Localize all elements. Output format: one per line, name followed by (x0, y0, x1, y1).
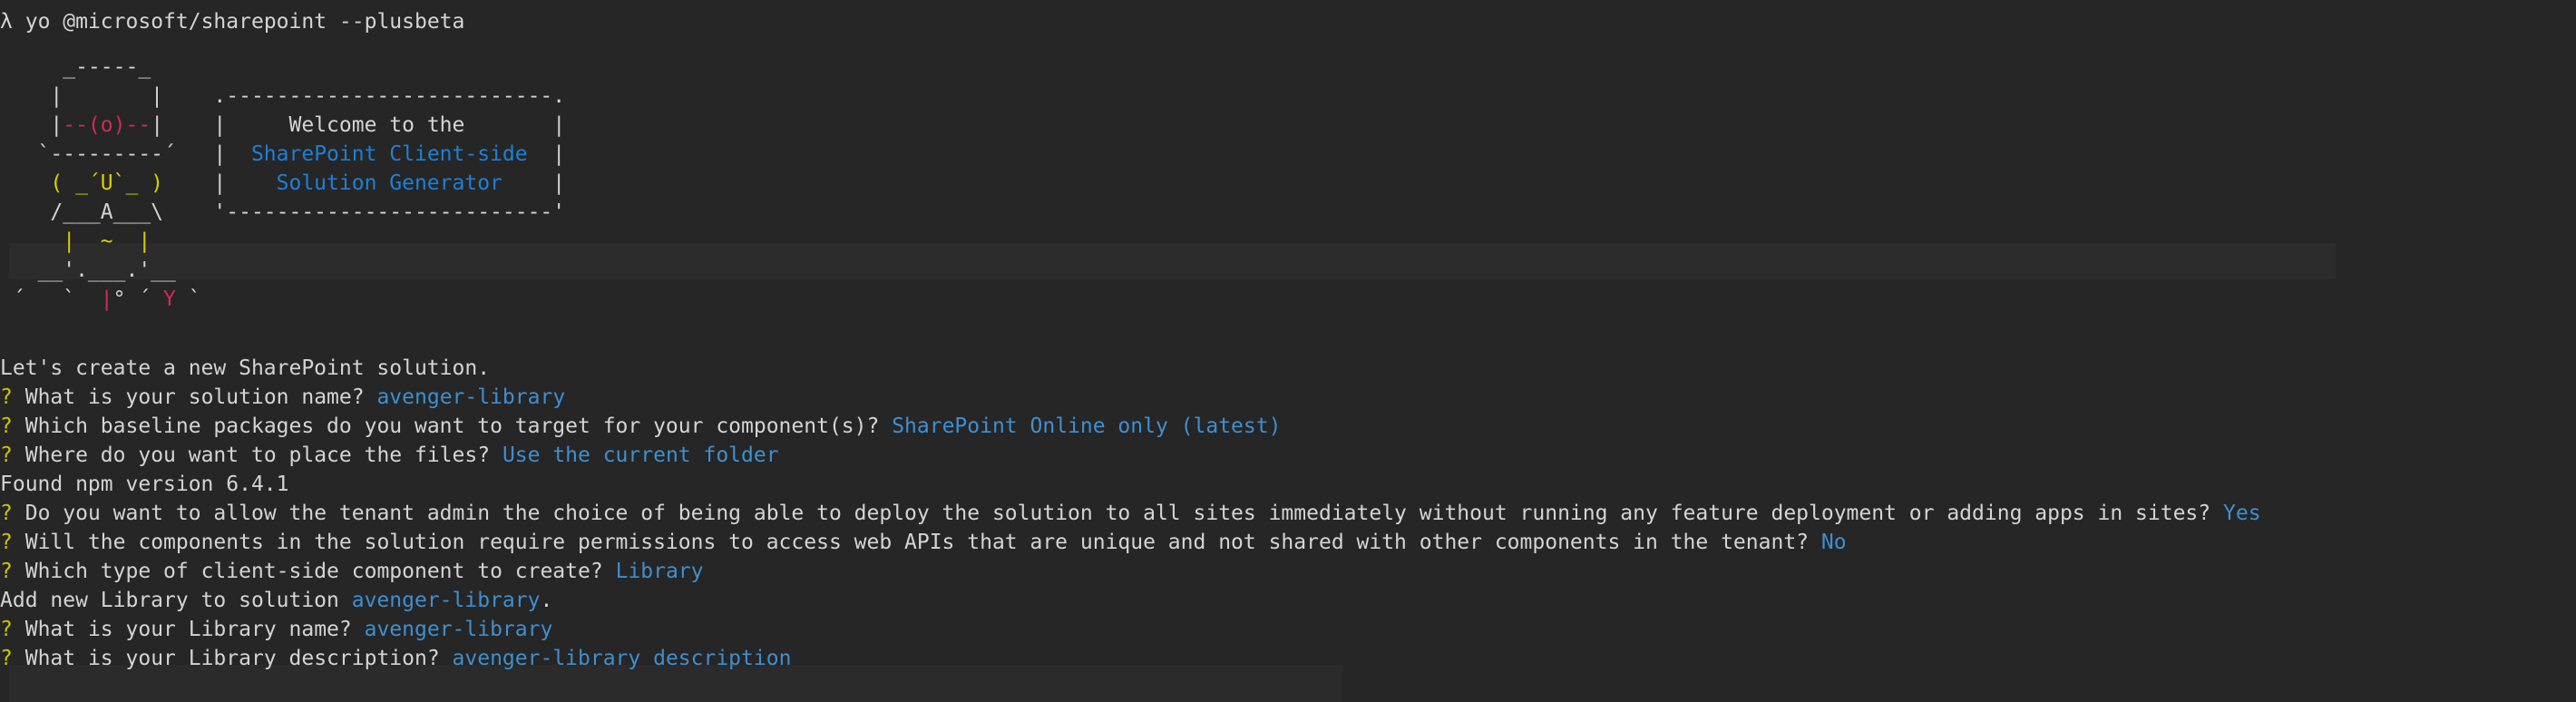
prompt-command: yo @microsoft/sharepoint --plusbeta (24, 10, 465, 34)
question-library-description: ? What is your Library description? aven… (0, 647, 792, 670)
question-library-name: ? What is your Library name? avenger-lib… (0, 618, 553, 641)
question-permissions: ? Will the components in the solution re… (0, 531, 1847, 554)
logo-line2: SharePoint Client-side (250, 142, 528, 166)
prompt-lambda-icon: λ (0, 10, 13, 34)
npm-version-note: Found npm version 6.4.1 (0, 473, 289, 496)
logo-welcome: Welcome to the (288, 113, 465, 137)
question-files-location: ? Where do you want to place the files? … (0, 444, 779, 467)
question-baseline: ? Which baseline packages do you want to… (0, 414, 1282, 438)
answer-solution-name: avenger-library (376, 385, 566, 409)
prompt-line: λ yo @microsoft/sharepoint --plusbeta (0, 7, 464, 36)
question-component-type: ? Which type of client-side component to… (0, 560, 704, 583)
answer-tenant-admin: Yes (2223, 502, 2261, 525)
terminal-window[interactable]: λ yo @microsoft/sharepoint --plusbeta _-… (0, 0, 2576, 702)
intro-text: Let's create a new SharePoint solution. (0, 356, 491, 380)
question-solution-name: ? What is your solution name? avenger-li… (0, 385, 566, 409)
answer-permissions: No (1820, 531, 1847, 554)
logo-line3: Solution Generator (276, 171, 503, 195)
yeoman-logo: _-----_ | | .--------------------------.… (0, 55, 566, 311)
question-tenant-admin: ? Do you want to allow the tenant admin … (0, 502, 2261, 525)
answer-library-name: avenger-library (364, 618, 553, 641)
add-library-note: Add new Library to solution avenger-libr… (0, 589, 553, 612)
answer-library-description: avenger-library description (452, 647, 792, 670)
answer-baseline: SharePoint Online only (latest) (892, 414, 1282, 438)
answer-files-location: Use the current folder (502, 444, 779, 467)
answer-component-type: Library (615, 560, 704, 583)
